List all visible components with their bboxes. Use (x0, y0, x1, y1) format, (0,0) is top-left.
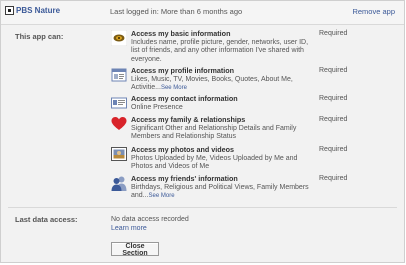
permission-description: Significant Other and Relationship Detai… (131, 124, 297, 141)
permission-description: Likes, Music, TV, Movies, Books, Quotes,… (131, 75, 293, 92)
heart-icon (111, 116, 127, 132)
permission-description: Online Presence (131, 103, 183, 111)
permission-description: Includes name, profile picture, gender, … (131, 38, 309, 63)
learn-more-link[interactable]: Learn more (111, 224, 147, 233)
permission-title: Access my contact information (131, 94, 238, 103)
see-more-link[interactable]: See More (149, 193, 175, 199)
permission-title: Access my profile information (131, 66, 235, 75)
permission-title: Access my basic information (131, 29, 231, 38)
contact-card-icon (111, 95, 127, 111)
permission-status: Required (319, 175, 348, 182)
permission-description: Photos Uploaded by Me, Videos Uploaded b… (131, 154, 298, 171)
see-more-link[interactable]: See More (161, 85, 187, 91)
last-data-access-label: Last data access: (15, 215, 78, 224)
permission-status: Required (319, 116, 348, 123)
close-section-button[interactable]: Close Section (111, 242, 159, 257)
permission-status: Required (319, 30, 348, 37)
permission-status: Required (319, 146, 348, 153)
permission-title: Access my family & relationships (131, 115, 246, 124)
friends-icon (111, 175, 127, 191)
permission-status: Required (319, 67, 348, 74)
remove-app-link[interactable]: Remove app (352, 7, 395, 16)
app-header: PBS Nature Last logged in: More than 6 m… (1, 1, 404, 25)
data-access-text: No data access recorded (111, 216, 189, 223)
app-icon (5, 6, 14, 15)
app-logo-icon (110, 29, 128, 47)
last-logged-text: Last logged in: More than 6 months ago (110, 7, 243, 16)
photo-icon (111, 146, 127, 162)
permission-title: Access my friends' information (131, 174, 238, 183)
app-name-link[interactable]: PBS Nature (16, 6, 60, 15)
permission-title: Access my photos and videos (131, 145, 235, 154)
profile-info-icon (111, 67, 127, 83)
permissions-label: This app can: (15, 32, 64, 41)
section-divider (8, 207, 397, 208)
app-settings-panel: PBS Nature Last logged in: More than 6 m… (0, 0, 405, 263)
permission-status: Required (319, 95, 348, 102)
